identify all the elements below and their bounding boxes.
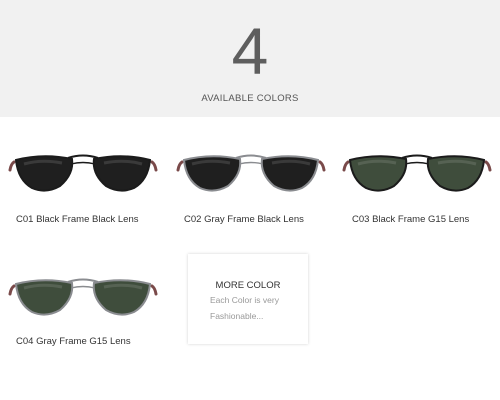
sunglasses-image — [342, 154, 492, 192]
left-temple — [8, 160, 16, 172]
nose-bridge — [70, 285, 96, 289]
sunglasses-image — [176, 154, 326, 192]
top-bridge — [401, 154, 433, 159]
more-color-title: MORE COLOR — [215, 280, 281, 291]
left-temple — [342, 160, 350, 172]
header-subtitle: AVAILABLE COLORS — [201, 93, 299, 104]
color-count: 4 — [231, 14, 269, 88]
product-caption: C04 Gray Frame G15 Lens — [16, 336, 131, 347]
nose-bridge — [70, 161, 96, 165]
left-temple — [8, 284, 16, 296]
product-c04[interactable]: C04 Gray Frame G15 Lens — [8, 272, 158, 352]
product-caption: C01 Black Frame Black Lens — [16, 214, 139, 225]
product-c03[interactable]: C03 Black Frame G15 Lens — [342, 148, 492, 228]
product-caption: C03 Black Frame G15 Lens — [352, 214, 470, 225]
right-temple — [484, 160, 492, 172]
nose-bridge — [238, 161, 264, 165]
right-temple — [150, 284, 158, 296]
sunglasses-image — [8, 278, 158, 316]
left-temple — [176, 160, 184, 172]
more-color-text-line2: Fashionable... — [210, 311, 264, 321]
top-bridge — [67, 154, 99, 159]
product-caption: C02 Gray Frame Black Lens — [184, 214, 304, 225]
product-c01[interactable]: C01 Black Frame Black Lens — [8, 148, 158, 228]
more-color-text-line1: Each Color is very — [210, 295, 279, 305]
nose-bridge — [404, 161, 430, 165]
right-temple — [318, 160, 326, 172]
product-c02[interactable]: C02 Gray Frame Black Lens — [176, 148, 326, 228]
top-bridge — [235, 154, 267, 159]
top-bridge — [67, 278, 99, 283]
more-color-card[interactable]: MORE COLOR Each Color is very Fashionabl… — [188, 254, 308, 344]
sunglasses-image — [8, 154, 158, 192]
header-banner: 4 AVAILABLE COLORS — [0, 0, 500, 117]
right-temple — [150, 160, 158, 172]
